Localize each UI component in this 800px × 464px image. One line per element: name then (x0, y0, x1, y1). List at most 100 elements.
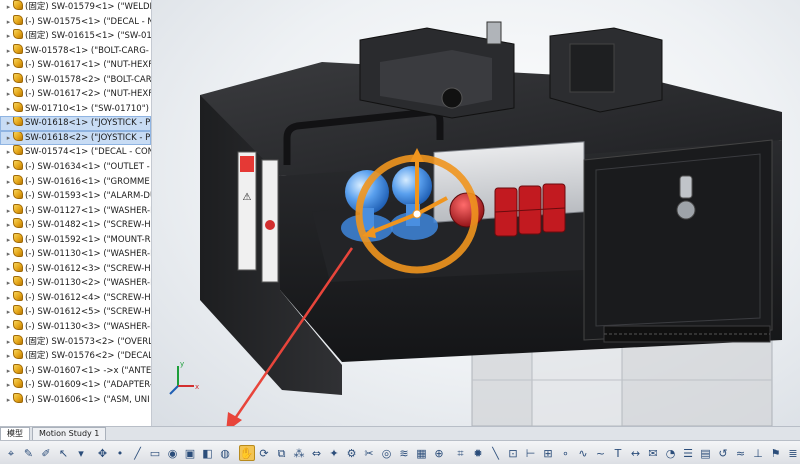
expand-arrow-icon[interactable]: ▸ (4, 58, 13, 73)
weld2-icon[interactable]: ≈ (733, 445, 749, 461)
tab-motion-study[interactable]: Motion Study 1 (32, 427, 107, 440)
tree-item[interactable]: ▸ (-) SW-01617<1> ("NUT-HEXF (0, 58, 151, 73)
hole-icon[interactable]: ◎ (379, 445, 395, 461)
expand-arrow-icon[interactable]: ▸ (4, 131, 13, 146)
flag-icon[interactable]: ⚑ (768, 445, 784, 461)
ref-icon[interactable]: ⊡ (505, 445, 521, 461)
pattern-icon[interactable]: ⁂ (291, 445, 307, 461)
sphere-icon[interactable]: ◍ (217, 445, 233, 461)
expand-arrow-icon[interactable]: ▸ (4, 102, 13, 117)
expand-arrow-icon[interactable]: ▸ (4, 204, 13, 219)
tree-item[interactable]: ▸ (-) SW-01606<1> ("ASM, UNI (0, 392, 151, 408)
expand-arrow-icon[interactable]: ▸ (4, 378, 13, 393)
line2-icon[interactable]: ╲ (488, 445, 504, 461)
tree-item[interactable]: ▸ (-) SW-01612<5> ("SCREW-HX (0, 305, 151, 320)
tree-item[interactable]: ▸ (-) SW-01617<2> ("NUT-HEXF (0, 87, 151, 102)
tree-item[interactable]: ▸ (-) SW-01130<1> ("WASHER-F (0, 247, 151, 262)
weld-icon[interactable]: ≋ (396, 445, 412, 461)
tree-item[interactable]: ▸ (-) SW-01609<1> ("ADAPTER- (0, 378, 151, 393)
bolt-icon[interactable]: ⊕ (431, 445, 447, 461)
stack-icon[interactable]: ≣ (785, 445, 800, 461)
tree-item[interactable]: ▸ (-) SW-01130<2> ("WASHER-F (0, 276, 151, 291)
expand-arrow-icon[interactable]: ▸ (4, 15, 13, 30)
tree-item[interactable]: ▸ SW-01710<1> ("SW-01710") - (0, 101, 151, 117)
feature-tree[interactable]: ▸ (固定) SW-01579<1> ("WELDM ▸ (-) SW-01575<1… (0, 0, 152, 426)
expand-arrow-icon[interactable]: ▸ (4, 320, 13, 335)
tree-item[interactable]: ▸ (-) SW-01482<1> ("SCREW-HX (0, 218, 151, 233)
pointer-icon[interactable]: ↖ (56, 445, 72, 461)
expand-arrow-icon[interactable]: ▸ (4, 87, 13, 102)
expand-arrow-icon[interactable]: ▸ (4, 233, 13, 248)
note-icon[interactable]: ✉ (645, 445, 661, 461)
expand-arrow-icon[interactable]: ▸ (4, 44, 13, 59)
section-icon[interactable]: ▦ (414, 445, 430, 461)
revision-icon[interactable]: ↺ (715, 445, 731, 461)
coord-icon[interactable]: ⊞ (540, 445, 556, 461)
tree-item[interactable]: ▸ (-) SW-01616<1> ("GROMME (0, 174, 151, 190)
expand-arrow-icon[interactable]: ▸ (4, 189, 13, 204)
tree-item[interactable]: ▸ (固定) SW-01615<1> ("SW-01 (0, 29, 151, 44)
tree-item[interactable]: ▸ (固定) SW-01579<1> ("WELDM (0, 0, 151, 15)
tree-item[interactable]: ▸ SW-01574<1> ("DECAL - CON (0, 145, 151, 160)
tree-item[interactable]: ▸ (-) SW-01575<1> ("DECAL - N (0, 14, 151, 30)
line-icon[interactable]: ╱ (130, 445, 146, 461)
camera-icon[interactable]: ◉ (165, 445, 181, 461)
expand-arrow-icon[interactable]: ▸ (4, 29, 13, 44)
tree-item[interactable]: ▸ (-) SW-01634<1> ("OUTLET - (0, 160, 151, 175)
expand-arrow-icon[interactable]: ▸ (4, 247, 13, 262)
mate-icon[interactable]: ⧉ (274, 445, 290, 461)
axis-icon[interactable]: ⊢ (523, 445, 539, 461)
expand-arrow-icon[interactable]: ▸ (4, 175, 13, 190)
expand-arrow-icon[interactable]: ▸ (4, 0, 13, 15)
expand-arrow-icon[interactable]: ▸ (4, 335, 13, 350)
cut-icon[interactable]: ✂ (361, 445, 377, 461)
cube-icon[interactable]: ▣ (182, 445, 198, 461)
tree-item[interactable]: ▸ (-) SW-01612<4> ("SCREW-HX (0, 290, 151, 306)
table-icon[interactable]: ▤ (698, 445, 714, 461)
expand-arrow-icon[interactable]: ▸ (4, 276, 13, 291)
expand-arrow-icon[interactable]: ▸ (4, 160, 13, 175)
tree-item[interactable]: ▸ (-) SW-01593<1> ("ALARM-DU (0, 189, 151, 204)
explode-icon[interactable]: ✹ (470, 445, 486, 461)
view-icon[interactable]: ◧ (200, 445, 216, 461)
plane-icon[interactable]: ▭ (147, 445, 163, 461)
spline-icon[interactable]: ~ (593, 445, 609, 461)
expand-arrow-icon[interactable]: ▸ (4, 305, 13, 320)
mirror-icon[interactable]: ⇔ (309, 445, 325, 461)
datum-icon[interactable]: ⊥ (750, 445, 766, 461)
bom-icon[interactable]: ☰ (680, 445, 696, 461)
expand-arrow-icon[interactable]: ▸ (4, 349, 13, 364)
dim-icon[interactable]: ↔ (628, 445, 644, 461)
expand-arrow-icon[interactable]: ▸ (4, 73, 13, 88)
graphics-viewport[interactable]: ⚠ y x (152, 0, 800, 426)
pen-icon[interactable]: ✐ (38, 445, 54, 461)
move-component-icon[interactable]: ✋ (238, 444, 255, 461)
tree-item[interactable]: ▸ (-) SW-01130<3> ("WASHER-F (0, 320, 151, 335)
curve-icon[interactable]: ∿ (575, 445, 591, 461)
expand-arrow-icon[interactable]: ▸ (4, 116, 13, 131)
rotate-icon[interactable]: ⟳ (256, 445, 272, 461)
tab-model[interactable]: 模型 (0, 427, 30, 440)
text-icon[interactable]: T (610, 445, 626, 461)
expand-arrow-icon[interactable]: ▸ (4, 262, 13, 277)
expand-arrow-icon[interactable]: ▸ (4, 393, 13, 408)
measure-icon[interactable]: ⌗ (453, 445, 469, 461)
tree-item[interactable]: ▸ SW-01618<1> ("JOYSTICK - P (0, 116, 151, 131)
tree-item[interactable]: ▸ (固定) SW-01573<2> ("OVERL (0, 334, 151, 350)
select-icon[interactable]: ⌖ (3, 445, 19, 461)
point2-icon[interactable]: ∘ (558, 445, 574, 461)
balloon-icon[interactable]: ◔ (663, 445, 679, 461)
tree-item[interactable]: ▸ SW-01618<2> ("JOYSTICK - P (0, 130, 151, 146)
model-render[interactable]: ⚠ y x (152, 0, 800, 426)
tree-item[interactable]: ▸ (-) SW-01578<2> ("BOLT-CARG- (0, 72, 151, 88)
tree-item[interactable]: ▸ SW-01578<1> ("BOLT-CARG- (0, 43, 151, 59)
tree-item[interactable]: ▸ (-) SW-01612<3> ("SCREW-HX (0, 261, 151, 277)
tree-item[interactable]: ▸ (-) SW-01592<1> ("MOUNT-R (0, 232, 151, 248)
smart-icon[interactable]: ✦ (326, 445, 342, 461)
expand-arrow-icon[interactable]: ▸ (4, 364, 13, 379)
point-icon[interactable]: • (112, 445, 128, 461)
dropdown-icon[interactable]: ▾ (73, 445, 89, 461)
expand-arrow-icon[interactable]: ▸ (4, 291, 13, 306)
tree-item[interactable]: ▸ (-) SW-01127<1> ("WASHER-F (0, 203, 151, 219)
expand-arrow-icon[interactable]: ▸ (4, 218, 13, 233)
